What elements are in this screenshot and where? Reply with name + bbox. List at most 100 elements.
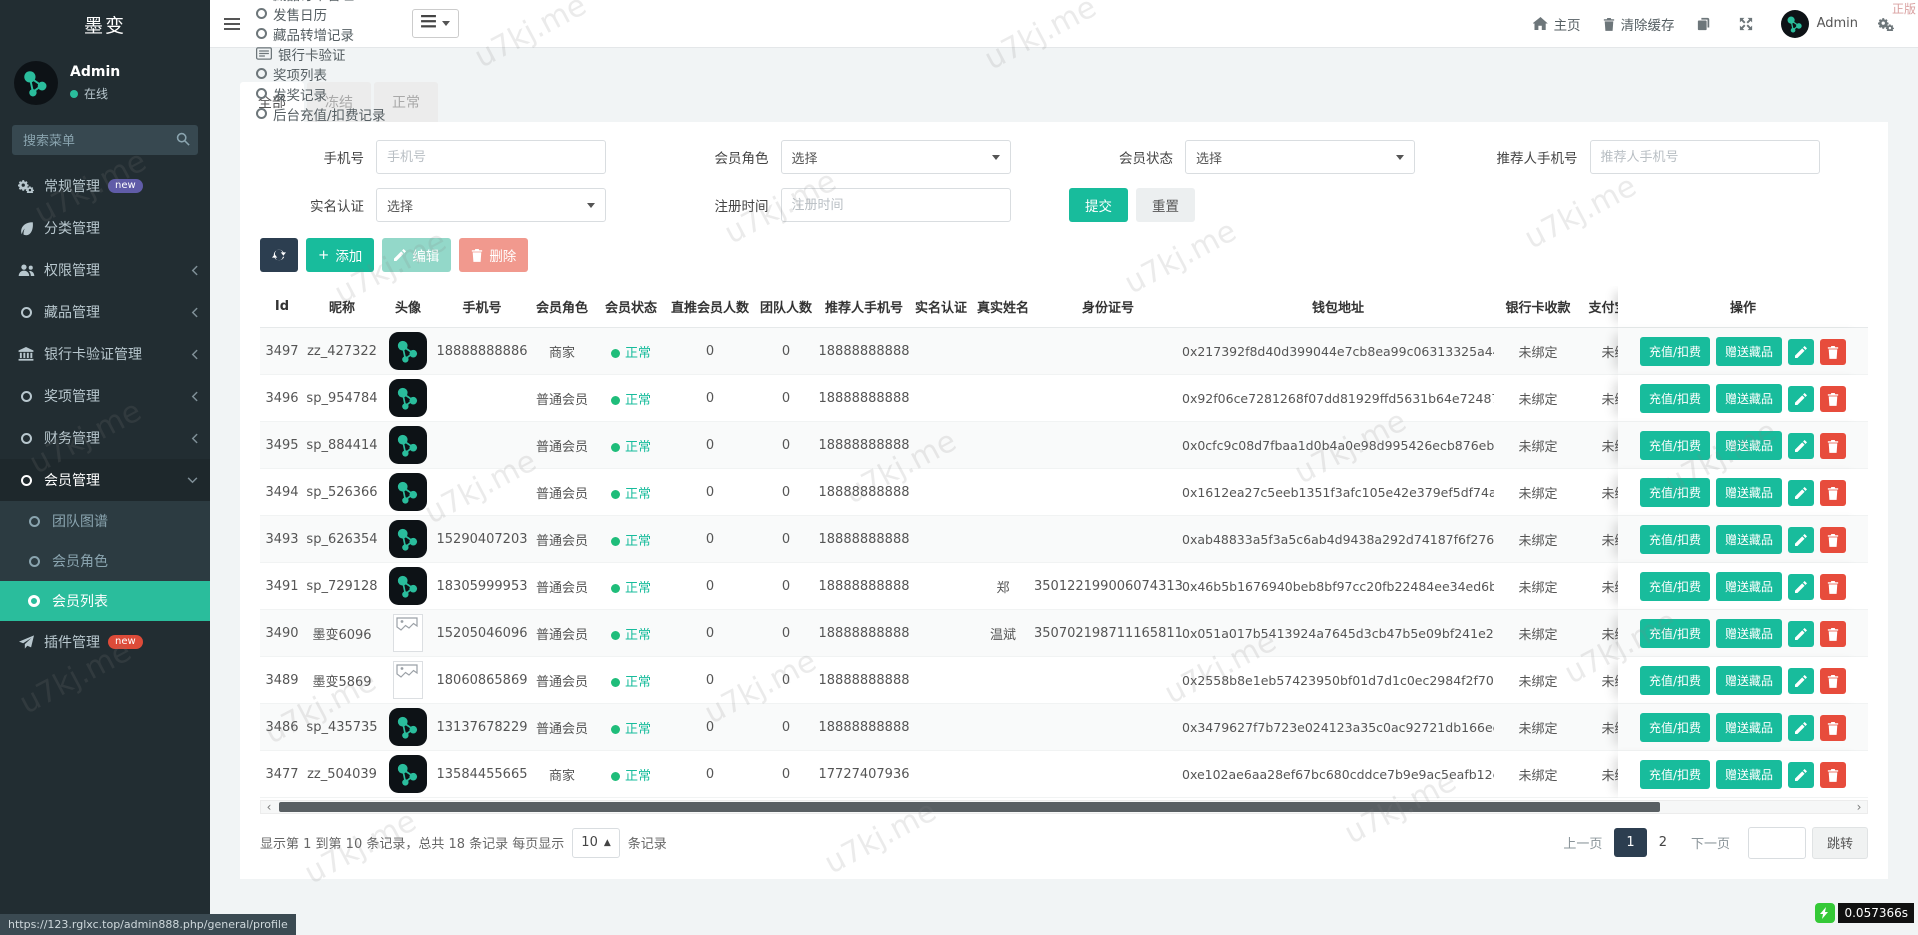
delete-row-button[interactable] [1820,386,1846,412]
scroll-right-arrow[interactable]: › [1851,801,1867,813]
table-row[interactable]: 3489墨变586918060865869普通会员正常0018888888888… [260,657,1868,704]
table-row[interactable]: 3497zz_42732218888888886商家正常001888888888… [260,328,1868,375]
page-jump-button[interactable]: 跳转 [1812,827,1868,859]
delete-row-button[interactable] [1820,762,1846,788]
sidebar-item-3[interactable]: 藏品管理 [0,291,210,333]
nav-overflow-dropdown[interactable] [412,9,459,38]
delete-button[interactable]: 删除 [459,238,528,272]
gift-collection-button[interactable]: 赠送藏品 [1716,666,1782,695]
page-number-1[interactable]: 1 [1614,828,1646,857]
sidebar-item-6[interactable]: 财务管理 [0,417,210,459]
edit-row-button[interactable] [1788,433,1814,459]
edit-row-button[interactable] [1788,621,1814,647]
user-menu[interactable]: Admin [1781,10,1858,38]
scrollbar-thumb[interactable] [279,802,1660,812]
sidebar-subitem-2[interactable]: 会员列表 [0,581,210,621]
edit-row-button[interactable] [1788,668,1814,694]
horizontal-scrollbar[interactable]: ‹ › [260,800,1868,814]
recharge-deduct-button[interactable]: 充值/扣费 [1640,619,1710,648]
regtime-filter-input[interactable] [781,188,1011,222]
sidebar-subitem-1[interactable]: 会员角色 [0,541,210,581]
page-jump-input[interactable] [1748,827,1806,859]
hamburger-icon[interactable] [224,17,240,31]
next-page-button[interactable]: 下一页 [1679,826,1742,859]
prev-page-button[interactable]: 上一页 [1551,826,1614,859]
recharge-deduct-button[interactable]: 充值/扣费 [1640,337,1710,366]
delete-row-button[interactable] [1820,433,1846,459]
page-number-2[interactable]: 2 [1647,828,1679,857]
page-size-select[interactable]: 10 ▲ [572,828,619,858]
nav-item-6[interactable]: 银行卡验证 [256,44,386,64]
recharge-deduct-button[interactable]: 充值/扣费 [1640,478,1710,507]
gift-collection-button[interactable]: 赠送藏品 [1716,431,1782,460]
sidebar-item-4[interactable]: 银行卡验证管理 [0,333,210,375]
recharge-deduct-button[interactable]: 充值/扣费 [1640,384,1710,413]
status-filter-select[interactable]: 选择 [1185,140,1415,174]
edit-row-button[interactable] [1788,574,1814,600]
gift-collection-button[interactable]: 赠送藏品 [1716,760,1782,789]
role-filter-select[interactable]: 选择 [781,140,1011,174]
delete-row-button[interactable] [1820,480,1846,506]
nav-item-7[interactable]: 奖项列表 [256,64,386,84]
recharge-deduct-button[interactable]: 充值/扣费 [1640,525,1710,554]
sidebar-item-2[interactable]: 权限管理 [0,249,210,291]
gift-collection-button[interactable]: 赠送藏品 [1716,384,1782,413]
sidebar-item-8[interactable]: 插件管理new [0,621,210,663]
edit-row-button[interactable] [1788,386,1814,412]
delete-row-button[interactable] [1820,621,1846,647]
sidebar-item-7[interactable]: 会员管理 [0,459,210,501]
gift-collection-button[interactable]: 赠送藏品 [1716,572,1782,601]
copy-button[interactable] [1697,17,1717,31]
nav-item-9[interactable]: 后台充值/扣费记录 [256,104,386,124]
sidebar-item-1[interactable]: 分类管理 [0,207,210,249]
gift-collection-button[interactable]: 赠送藏品 [1716,619,1782,648]
edit-row-button[interactable] [1788,480,1814,506]
delete-row-button[interactable] [1820,527,1846,553]
edit-row-button[interactable] [1788,339,1814,365]
table-row[interactable]: 3477zz_50403913584455665商家正常001772740793… [260,751,1868,798]
recharge-deduct-button[interactable]: 充值/扣费 [1640,572,1710,601]
submit-button[interactable]: 提交 [1069,188,1128,222]
sidebar-subitem-0[interactable]: 团队图谱 [0,501,210,541]
menu-search-input[interactable] [12,125,198,155]
recharge-deduct-button[interactable]: 充值/扣费 [1640,713,1710,742]
table-row[interactable]: 3495sp_884414普通会员正常00188888888880x0cfc9c… [260,422,1868,469]
scroll-left-arrow[interactable]: ‹ [261,801,277,813]
recharge-deduct-button[interactable]: 充值/扣费 [1640,431,1710,460]
fullscreen-button[interactable] [1739,17,1759,31]
phone-filter-input[interactable] [376,140,606,174]
sidebar-item-5[interactable]: 奖项管理 [0,375,210,417]
nav-item-4[interactable]: 发售日历 [256,4,386,24]
realname-auth-filter-select[interactable]: 选择 [376,188,606,222]
recharge-deduct-button[interactable]: 充值/扣费 [1640,666,1710,695]
clear-cache-button[interactable]: 清除缓存 [1603,14,1675,34]
edit-row-button[interactable] [1788,762,1814,788]
nav-item-8[interactable]: 发奖记录 [256,84,386,104]
nav-item-5[interactable]: 藏品转增记录 [256,24,386,44]
delete-row-button[interactable] [1820,715,1846,741]
table-row[interactable]: 3491sp_72912818305999953普通会员正常0018888888… [260,563,1868,610]
edit-row-button[interactable] [1788,527,1814,553]
table-row[interactable]: 3493sp_62635415290407203普通会员正常0018888888… [260,516,1868,563]
add-button[interactable]: + 添加 [306,238,374,272]
home-button[interactable]: 主页 [1533,14,1581,34]
edit-row-button[interactable] [1788,715,1814,741]
table-row[interactable]: 3494sp_526366普通会员正常00188888888880x1612ea… [260,469,1868,516]
settings-button[interactable] [1878,17,1900,31]
sidebar-item-0[interactable]: 常规管理new [0,165,210,207]
gift-collection-button[interactable]: 赠送藏品 [1716,337,1782,366]
gift-collection-button[interactable]: 赠送藏品 [1716,713,1782,742]
delete-row-button[interactable] [1820,668,1846,694]
reset-button[interactable]: 重置 [1136,188,1195,222]
delete-row-button[interactable] [1820,574,1846,600]
recharge-deduct-button[interactable]: 充值/扣费 [1640,760,1710,789]
edit-button[interactable]: 编辑 [382,238,451,272]
referrer-filter-input[interactable] [1590,140,1820,174]
gift-collection-button[interactable]: 赠送藏品 [1716,478,1782,507]
table-row[interactable]: 3496sp_954784普通会员正常00188888888880x92f06c… [260,375,1868,422]
refresh-button[interactable] [260,238,298,272]
table-row[interactable]: 3490墨变609615205046096普通会员正常0018888888888… [260,610,1868,657]
delete-row-button[interactable] [1820,339,1846,365]
gift-collection-button[interactable]: 赠送藏品 [1716,525,1782,554]
table-row[interactable]: 3486sp_43573513137678229普通会员正常0018888888… [260,704,1868,751]
